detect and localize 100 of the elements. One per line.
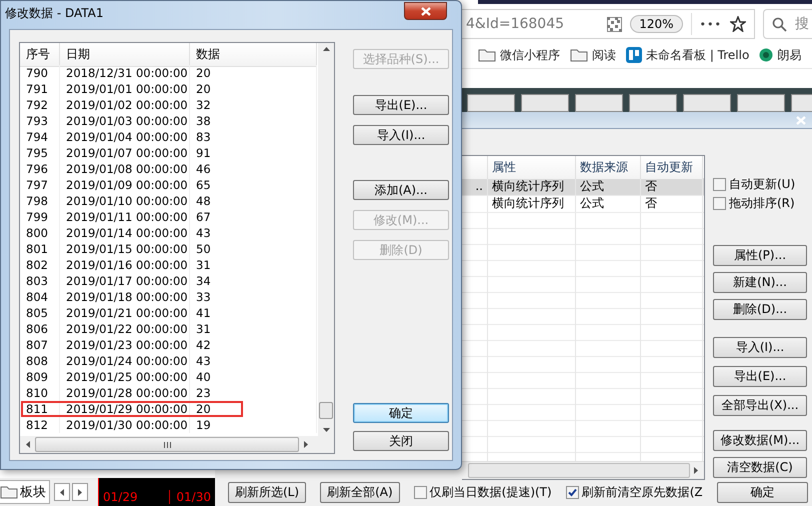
horizontal-scrollbar[interactable]	[20, 436, 334, 453]
search-field[interactable]: 搜	[763, 9, 812, 39]
bookmark[interactable]: 阅读	[570, 46, 616, 64]
table-row[interactable]: 808 2019/01/24 00:00:00 43	[20, 353, 318, 369]
checkbox-label[interactable]: 仅刷当日数据(提速)(T)	[430, 484, 552, 500]
dialog-button[interactable]: 修改数据(M)...	[713, 430, 807, 451]
table-row[interactable]: 794 2019/01/04 00:00:00 83	[20, 129, 318, 145]
right-arrow-icon[interactable]	[78, 488, 82, 496]
table-row[interactable]: 791 2019/01/01 00:00:00 20	[20, 81, 318, 97]
toolbar-button[interactable]	[629, 94, 677, 112]
table-row[interactable]: 790 2018/12/31 00:00:00 20	[20, 65, 318, 81]
url-text: 4&Id=168045	[466, 16, 566, 32]
table-row[interactable]: 797 2019/01/09 00:00:00 65	[20, 177, 318, 193]
column-header[interactable]: 序号	[20, 43, 60, 67]
toolbar-button[interactable]	[575, 94, 623, 112]
star-icon[interactable]	[730, 16, 746, 32]
table-row[interactable]: 796 2019/01/08 00:00:00 46	[20, 161, 318, 177]
toolbar-button[interactable]	[521, 94, 569, 112]
column-header[interactable]	[462, 156, 488, 179]
dialog-button[interactable]: 导出(E)...	[353, 95, 449, 115]
column-header[interactable]: 数据	[190, 43, 317, 67]
tab-label[interactable]: 板块	[20, 483, 46, 501]
table-cell: 65	[190, 177, 317, 193]
column-header[interactable]: 自动更新	[641, 156, 703, 179]
checkbox[interactable]	[713, 178, 726, 191]
table-cell: 38	[190, 113, 317, 129]
table-row[interactable]: 811 2019/01/29 00:00:00 20	[20, 401, 318, 417]
scroll-left-arrow[interactable]	[26, 441, 30, 448]
table-cell: 2019/01/03 00:00:00	[60, 113, 190, 129]
table-row[interactable]: 807 2019/01/23 00:00:00 42	[20, 337, 318, 353]
checkbox[interactable]	[566, 486, 579, 498]
scroll-right-arrow[interactable]	[694, 467, 698, 474]
vertical-scrollbar[interactable]	[318, 43, 334, 436]
column-header[interactable]: 日期	[60, 43, 190, 67]
table-cell: 795	[20, 145, 60, 161]
close-icon[interactable]	[420, 6, 430, 16]
dialog-button[interactable]: 新建(N)...	[713, 272, 807, 293]
table-row[interactable]: 801 2019/01/15 00:00:00 50	[20, 241, 318, 257]
column-header[interactable]: 属性	[488, 156, 576, 179]
dialog-button[interactable]: 清空数据(C)	[713, 457, 807, 478]
scroll-right-button[interactable]	[72, 483, 88, 501]
table-row[interactable]: 800 2019/01/14 00:00:00 43	[20, 225, 318, 241]
table-row[interactable]: 810 2019/01/28 00:00:00 23	[20, 385, 318, 401]
table-row[interactable]: 799 2019/01/11 00:00:00 67	[20, 209, 318, 225]
dialog-button[interactable]: 添加(A)...	[353, 180, 449, 200]
checkbox[interactable]	[414, 486, 427, 498]
refresh-button[interactable]: 刷新全部(A)	[320, 482, 400, 502]
dialog-button[interactable]: 属性(P)...	[713, 245, 807, 266]
horizontal-scrollbar[interactable]	[462, 461, 704, 479]
scroll-thumb[interactable]	[319, 402, 333, 419]
table-row[interactable]: 805 2019/01/21 00:00:00 41	[20, 305, 318, 321]
table-row[interactable]: 803 2019/01/17 00:00:00 34	[20, 273, 318, 289]
table-row[interactable]: 806 2019/01/22 00:00:00 31	[20, 321, 318, 337]
qr-code-icon[interactable]	[607, 16, 622, 32]
table-cell: 2019/01/21 00:00:00	[60, 305, 190, 321]
ok-button[interactable]: 确定	[353, 403, 449, 423]
zoom-badge[interactable]: 120%	[630, 15, 683, 33]
table-row[interactable]: 792 2019/01/02 00:00:00 32	[20, 97, 318, 113]
table-row[interactable]: 809 2019/01/25 00:00:00 40	[20, 369, 318, 385]
close-button[interactable]	[404, 2, 447, 20]
dialog-button[interactable]: 导入(I)...	[713, 337, 807, 358]
scroll-thumb[interactable]	[35, 437, 299, 452]
column-header[interactable]: 数据来源	[576, 156, 641, 179]
table-row[interactable]: 793 2019/01/03 00:00:00 38	[20, 113, 318, 129]
scroll-left-button[interactable]	[54, 483, 70, 501]
table-row[interactable]: 804 2019/01/18 00:00:00 33	[20, 289, 318, 305]
scroll-right-arrow[interactable]	[304, 441, 308, 448]
checkbox-label[interactable]: 自动更新(U)	[729, 176, 796, 193]
table-cell: 804	[20, 289, 60, 305]
table-row[interactable]: .. 横向统计序列 公式 否	[462, 179, 704, 196]
scroll-up-arrow[interactable]	[322, 47, 330, 51]
checkbox-label[interactable]: 刷新前清空原先数据(Z	[582, 484, 703, 500]
table-cell: 40	[190, 369, 317, 385]
table-row[interactable]: 798 2019/01/10 00:00:00 48	[20, 193, 318, 209]
bookmark[interactable]: 未命名看板 | Trello	[626, 46, 750, 64]
table-cell: 803	[20, 273, 60, 289]
dialog-button[interactable]: 删除(D)...	[713, 299, 807, 320]
ok-button[interactable]: 确定	[716, 482, 808, 502]
bookmark[interactable]: 朗易	[759, 46, 802, 64]
toolbar-button[interactable]	[683, 94, 731, 112]
table-row[interactable]: 802 2019/01/16 00:00:00 31	[20, 257, 318, 273]
more-button[interactable]: •••	[700, 18, 722, 30]
table-row[interactable]: 812 2019/01/30 00:00:00 19	[20, 417, 318, 433]
toolbar-button[interactable]	[737, 94, 785, 112]
checkbox[interactable]	[713, 197, 726, 210]
sheet-tab[interactable]: 板块	[0, 480, 50, 504]
close-dialog-button[interactable]: 关闭	[353, 431, 449, 451]
table-cell: 34	[190, 273, 317, 289]
refresh-button[interactable]: 刷新所选(L)	[228, 482, 306, 502]
checkbox-label[interactable]: 拖动排序(R)	[729, 195, 795, 212]
bookmark[interactable]: 微信小程序	[478, 46, 560, 64]
table-row[interactable]: 795 2019/01/07 00:00:00 91	[20, 145, 318, 161]
left-arrow-icon[interactable]	[60, 488, 64, 496]
table-cell: 83	[190, 129, 317, 145]
toolbar-button[interactable]	[467, 94, 515, 112]
dialog-button[interactable]: 全部导出(X)...	[713, 395, 807, 416]
dialog-button[interactable]: 导出(E)...	[713, 366, 807, 387]
address-bar[interactable]: 4&Id=168045 120% •••	[462, 9, 755, 39]
scroll-down-arrow[interactable]	[322, 428, 330, 432]
dialog-button[interactable]: 导入(I)...	[353, 125, 449, 145]
